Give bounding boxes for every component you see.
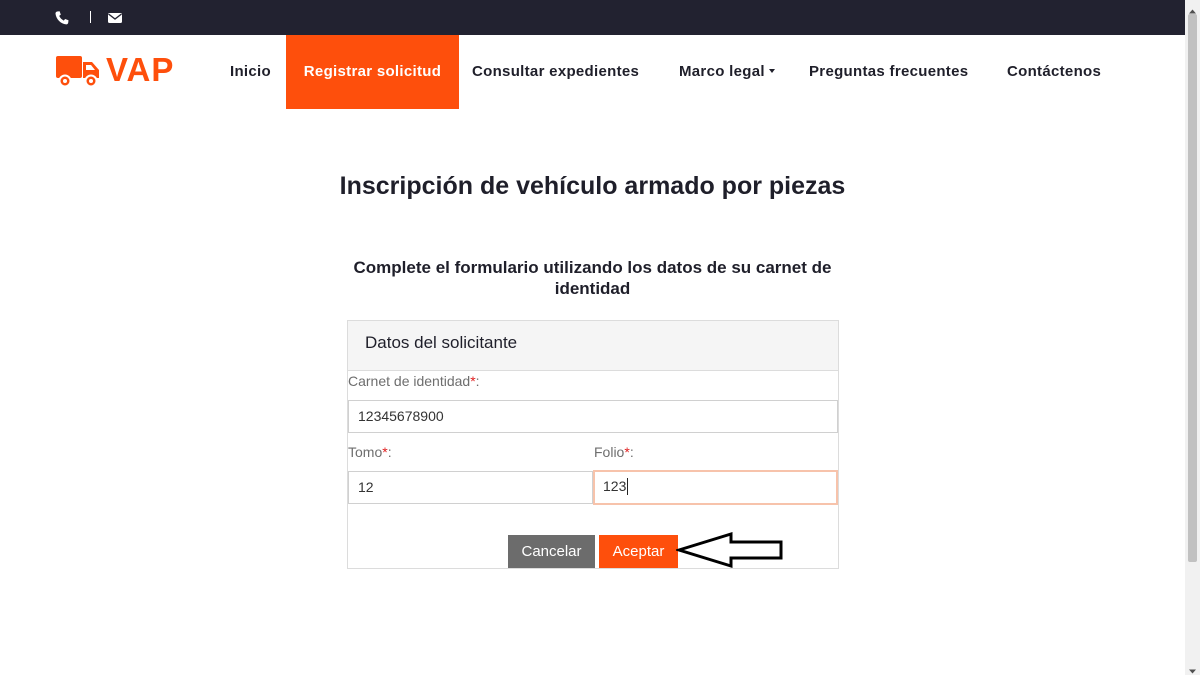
page-title: Inscripción de vehículo armado por pieza…	[339, 172, 846, 200]
truck-icon	[56, 56, 99, 88]
card-header-title: Datos del solicitante	[365, 333, 518, 352]
nav-preguntas-frecuentes[interactable]: Preguntas frecuentes	[809, 35, 968, 109]
top-contact-bar	[0, 0, 1185, 35]
text-cursor	[627, 477, 629, 495]
page-scrollbar[interactable]	[1185, 0, 1200, 675]
tomo-label: Tomo*:	[348, 444, 392, 460]
nav-contactenos[interactable]: Contáctenos	[1007, 35, 1101, 109]
main-navbar: VAP Inicio Registrar solicitud Consultar…	[0, 35, 1185, 109]
nav-marco-legal[interactable]: Marco legal	[679, 35, 775, 109]
scroll-down-icon[interactable]	[1188, 663, 1197, 674]
tomo-label-text: Tomo	[348, 444, 383, 460]
nav-consultar-expedientes[interactable]: Consultar expedientes	[472, 35, 639, 109]
required-mark: *	[624, 444, 630, 460]
required-mark: *	[470, 373, 476, 389]
folio-label-text: Folio	[594, 444, 625, 460]
annotation-arrow-icon	[676, 531, 783, 569]
card-header: Datos del solicitante	[348, 321, 838, 371]
scrollbar-thumb[interactable]	[1188, 14, 1197, 562]
carnet-input[interactable]: 12345678900	[348, 400, 838, 433]
cancel-button[interactable]: Cancelar	[508, 535, 595, 568]
form-instructions: Complete el formulario utilizando los da…	[353, 258, 832, 298]
accept-button[interactable]: Aceptar	[599, 535, 678, 568]
envelope-icon[interactable]	[107, 10, 123, 26]
nav-registrar-solicitud[interactable]: Registrar solicitud	[286, 35, 459, 109]
topbar-divider	[90, 11, 91, 23]
carnet-label-text: Carnet de identidad	[348, 373, 471, 389]
caret-down-icon	[768, 68, 775, 73]
phone-icon[interactable]	[54, 10, 70, 26]
folio-label: Folio*:	[594, 444, 634, 460]
folio-input[interactable]: 123	[593, 470, 838, 505]
nav-marco-legal-label: Marco legal	[679, 63, 765, 80]
folio-value: 123	[603, 478, 627, 494]
scroll-up-icon[interactable]	[1188, 3, 1197, 14]
nav-inicio[interactable]: Inicio	[230, 35, 271, 109]
tomo-input[interactable]: 12	[348, 471, 593, 504]
required-mark: *	[382, 444, 388, 460]
carnet-label: Carnet de identidad*:	[348, 373, 480, 389]
brand-name: VAP	[106, 51, 175, 88]
